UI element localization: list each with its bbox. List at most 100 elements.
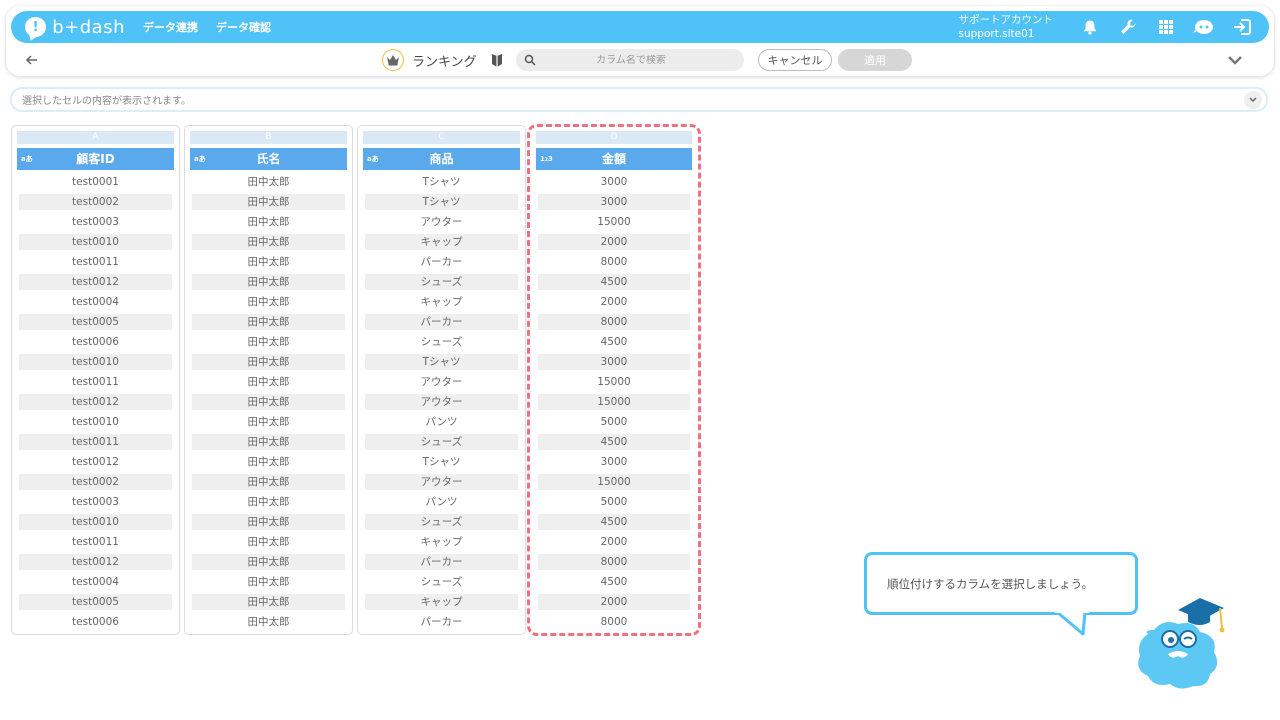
table-cell[interactable]: 田中太郎: [192, 314, 345, 330]
table-cell[interactable]: キャップ: [365, 234, 518, 250]
table-cell[interactable]: 田中太郎: [192, 394, 345, 410]
table-cell[interactable]: Tシャツ: [365, 354, 518, 370]
table-cell[interactable]: Tシャツ: [365, 174, 518, 190]
table-cell[interactable]: パーカー: [365, 614, 518, 630]
account-info[interactable]: サポートアカウント support.site01: [959, 13, 1054, 41]
data-column[interactable]: Aaあ 顧客ID test0001 test0002 test0003 test0010 t…: [11, 125, 180, 635]
nav-data-check[interactable]: データ確認: [216, 19, 271, 35]
table-cell[interactable]: 田中太郎: [192, 434, 345, 450]
table-cell[interactable]: シューズ: [365, 334, 518, 350]
wrench-icon[interactable]: [1109, 11, 1147, 43]
column-header[interactable]: aあ 顧客ID: [17, 148, 174, 170]
table-cell[interactable]: 田中太郎: [192, 274, 345, 290]
apply-button[interactable]: 適用: [838, 49, 912, 71]
table-cell[interactable]: 田中太郎: [192, 494, 345, 510]
table-cell[interactable]: キャップ: [365, 534, 518, 550]
column-header[interactable]: aあ 氏名: [190, 148, 347, 170]
table-cell[interactable]: test0011: [19, 434, 172, 450]
table-cell[interactable]: 3000: [538, 354, 690, 370]
table-cell[interactable]: 田中太郎: [192, 554, 345, 570]
table-cell[interactable]: 田中太郎: [192, 174, 345, 190]
table-cell[interactable]: test0010: [19, 414, 172, 430]
table-cell[interactable]: 2000: [538, 594, 690, 610]
table-cell[interactable]: 田中太郎: [192, 414, 345, 430]
table-cell[interactable]: 5000: [538, 494, 690, 510]
cancel-button[interactable]: キャンセル: [758, 49, 832, 71]
table-cell[interactable]: 8000: [538, 314, 690, 330]
table-cell[interactable]: 田中太郎: [192, 474, 345, 490]
table-cell[interactable]: パーカー: [365, 254, 518, 270]
data-column[interactable]: Baあ 氏名 田中太郎 田中太郎 田中太郎 田中太郎 田中太郎 田中太郎 田中太郎 田中太郎 田中太…: [184, 125, 353, 635]
data-column[interactable]: Caあ 商品 Tシャツ Tシャツ アウター キャップ パーカー シューズ キャップ パーカー シュー…: [357, 125, 526, 635]
table-cell[interactable]: 8000: [538, 254, 690, 270]
table-cell[interactable]: 田中太郎: [192, 574, 345, 590]
table-cell[interactable]: シューズ: [365, 574, 518, 590]
table-cell[interactable]: test0011: [19, 534, 172, 550]
table-cell[interactable]: test0012: [19, 454, 172, 470]
table-cell[interactable]: test0006: [19, 334, 172, 350]
table-cell[interactable]: test0010: [19, 234, 172, 250]
grid-icon[interactable]: [1147, 11, 1185, 43]
nav-data-integration[interactable]: データ連携: [143, 19, 198, 35]
bookmark-icon[interactable]: [489, 52, 505, 68]
table-cell[interactable]: 15000: [538, 214, 690, 230]
table-cell[interactable]: 3000: [538, 454, 690, 470]
table-cell[interactable]: アウター: [365, 214, 518, 230]
table-cell[interactable]: 4500: [538, 514, 690, 530]
table-cell[interactable]: シューズ: [365, 274, 518, 290]
table-cell[interactable]: パンツ: [365, 494, 518, 510]
table-cell[interactable]: Tシャツ: [365, 194, 518, 210]
chevron-down-icon[interactable]: [1226, 52, 1244, 68]
table-cell[interactable]: 2000: [538, 234, 690, 250]
table-cell[interactable]: シューズ: [365, 514, 518, 530]
table-cell[interactable]: test0011: [19, 254, 172, 270]
table-cell[interactable]: 4500: [538, 434, 690, 450]
table-cell[interactable]: test0002: [19, 194, 172, 210]
table-cell[interactable]: 3000: [538, 194, 690, 210]
table-cell[interactable]: test0012: [19, 394, 172, 410]
logo[interactable]: ! b+dash: [25, 17, 125, 38]
table-cell[interactable]: 田中太郎: [192, 234, 345, 250]
table-cell[interactable]: 4500: [538, 274, 690, 290]
table-cell[interactable]: test0005: [19, 314, 172, 330]
bell-icon[interactable]: [1071, 11, 1109, 43]
data-column[interactable]: D 1₂3 金額 3000 3000 15000 2000 8000 4500 2000 8000 4…: [530, 125, 698, 635]
table-cell[interactable]: 田中太郎: [192, 514, 345, 530]
table-cell[interactable]: 田中太郎: [192, 254, 345, 270]
table-cell[interactable]: test0010: [19, 514, 172, 530]
table-cell[interactable]: test0005: [19, 594, 172, 610]
table-cell[interactable]: Tシャツ: [365, 454, 518, 470]
table-cell[interactable]: キャップ: [365, 594, 518, 610]
cell-content-bar[interactable]: 選択したセルの内容が表示されます。: [10, 87, 1268, 112]
table-cell[interactable]: test0012: [19, 274, 172, 290]
table-cell[interactable]: 15000: [538, 394, 690, 410]
table-cell[interactable]: 田中太郎: [192, 194, 345, 210]
table-cell[interactable]: test0004: [19, 574, 172, 590]
table-cell[interactable]: 2000: [538, 534, 690, 550]
table-cell[interactable]: test0011: [19, 374, 172, 390]
table-cell[interactable]: 田中太郎: [192, 354, 345, 370]
table-cell[interactable]: 15000: [538, 374, 690, 390]
table-cell[interactable]: 3000: [538, 174, 690, 190]
table-cell[interactable]: 2000: [538, 294, 690, 310]
table-cell[interactable]: test0004: [19, 294, 172, 310]
table-cell[interactable]: 田中太郎: [192, 374, 345, 390]
table-cell[interactable]: アウター: [365, 394, 518, 410]
table-cell[interactable]: 8000: [538, 554, 690, 570]
table-cell[interactable]: test0006: [19, 614, 172, 630]
table-cell[interactable]: シューズ: [365, 434, 518, 450]
table-cell[interactable]: test0010: [19, 354, 172, 370]
table-cell[interactable]: 田中太郎: [192, 534, 345, 550]
table-cell[interactable]: 田中太郎: [192, 454, 345, 470]
column-header[interactable]: aあ 商品: [363, 148, 520, 170]
logout-icon[interactable]: [1223, 11, 1261, 43]
column-header[interactable]: 1₂3 金額: [536, 148, 692, 170]
table-cell[interactable]: キャップ: [365, 294, 518, 310]
table-cell[interactable]: アウター: [365, 474, 518, 490]
column-search[interactable]: [516, 49, 744, 71]
table-cell[interactable]: 田中太郎: [192, 614, 345, 630]
table-cell[interactable]: test0002: [19, 474, 172, 490]
table-cell[interactable]: 4500: [538, 574, 690, 590]
table-cell[interactable]: 8000: [538, 614, 690, 630]
table-cell[interactable]: test0001: [19, 174, 172, 190]
